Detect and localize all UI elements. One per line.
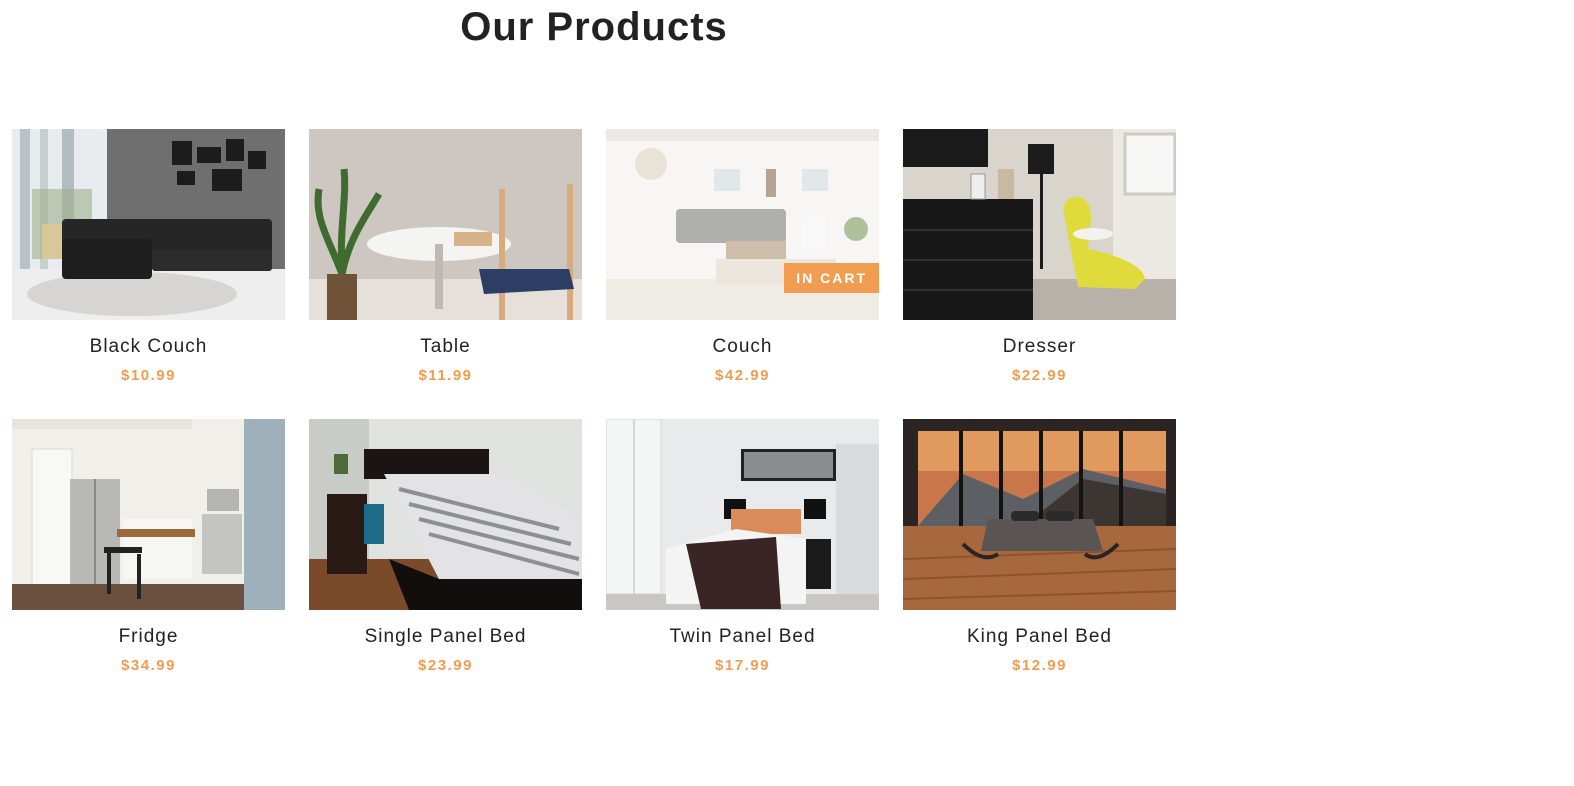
product-price: $10.99 — [121, 367, 176, 384]
product-card-fridge[interactable]: Fridge $34.99 — [12, 419, 285, 689]
product-name: Dresser — [1002, 336, 1077, 357]
product-price: $23.99 — [418, 657, 473, 674]
table-photo — [309, 129, 582, 320]
king-panel-bed-photo — [903, 419, 1176, 610]
product-price: $12.99 — [1012, 657, 1067, 674]
product-card-black-couch[interactable]: Black Couch $10.99 — [12, 129, 285, 399]
product-price: $34.99 — [121, 657, 176, 674]
product-image[interactable] — [309, 419, 582, 610]
in-cart-badge: IN CART — [784, 263, 879, 293]
product-image[interactable] — [12, 129, 285, 320]
product-card-dresser[interactable]: Dresser $22.99 — [903, 129, 1176, 399]
product-card-king-panel-bed[interactable]: King Panel Bed $12.99 — [903, 419, 1176, 689]
products-page: Our Products Black Couch $10.99 Table $1… — [0, 0, 1574, 786]
product-card-single-panel-bed[interactable]: Single Panel Bed $23.99 — [309, 419, 582, 689]
product-image[interactable] — [903, 419, 1176, 610]
product-card-table[interactable]: Table $11.99 — [309, 129, 582, 399]
product-name: Fridge — [118, 626, 179, 647]
product-name: Twin Panel Bed — [669, 626, 816, 647]
product-image[interactable] — [309, 129, 582, 320]
product-image[interactable] — [12, 419, 285, 610]
product-card-couch[interactable]: IN CART Couch $42.99 — [606, 129, 879, 399]
product-name: Single Panel Bed — [364, 626, 527, 647]
product-image[interactable] — [606, 419, 879, 610]
product-grid: Black Couch $10.99 Table $11.99 IN CART … — [12, 129, 1176, 689]
product-name: Black Couch — [89, 336, 208, 357]
dresser-photo — [903, 129, 1176, 320]
product-price: $42.99 — [715, 367, 770, 384]
twin-panel-bed-photo — [606, 419, 879, 610]
product-price: $17.99 — [715, 657, 770, 674]
product-name: Table — [420, 336, 471, 357]
single-panel-bed-photo — [309, 419, 582, 610]
product-price: $11.99 — [418, 367, 473, 384]
fridge-photo — [12, 419, 285, 610]
black-couch-photo — [12, 129, 285, 320]
product-image[interactable] — [903, 129, 1176, 320]
product-card-twin-panel-bed[interactable]: Twin Panel Bed $17.99 — [606, 419, 879, 689]
product-image[interactable]: IN CART — [606, 129, 879, 320]
product-name: Couch — [712, 336, 773, 357]
product-price: $22.99 — [1012, 367, 1067, 384]
section-title: Our Products — [460, 5, 728, 49]
product-name: King Panel Bed — [967, 626, 1112, 647]
